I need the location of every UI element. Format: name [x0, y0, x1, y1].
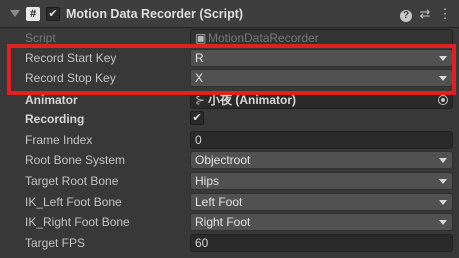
root-bone-system-row: Root Bone System Objectroot [0, 150, 459, 170]
object-picker-icon[interactable] [438, 95, 448, 105]
frame-index-label: Frame Index [25, 133, 93, 147]
presets-icon[interactable]: ⇄ [417, 6, 433, 22]
ik-left-foot-bone-dropdown[interactable]: Left Foot [190, 193, 453, 211]
component-title: Motion Data Recorder (Script) [66, 7, 244, 21]
script-file-icon: ▣ [195, 31, 207, 45]
record-stop-key-row: Record Stop Key X [0, 68, 459, 88]
foldout-arrow-icon[interactable] [10, 10, 20, 17]
script-row: Script ▣ MotionDataRecorder [0, 28, 459, 48]
target-root-bone-row: Target Root Bone Hips [0, 171, 459, 191]
root-bone-system-dropdown[interactable]: Objectroot [190, 151, 453, 169]
ik-left-foot-bone-row: IK_Left Foot Bone Left Foot [0, 192, 459, 212]
ik-right-foot-bone-row: IK_Right Foot Bone Right Foot [0, 212, 459, 232]
frame-index-row: Frame Index 0 [0, 130, 459, 150]
recording-row: Recording ✔ [0, 109, 459, 129]
animator-icon: ⊱ [195, 93, 206, 107]
record-stop-key-dropdown[interactable]: X [190, 69, 453, 87]
script-label: Script [25, 31, 56, 45]
animator-label: Animator [25, 93, 78, 107]
record-stop-key-label: Record Stop Key [25, 71, 116, 85]
dropdown-arrow-icon [439, 56, 447, 61]
dropdown-arrow-icon [439, 220, 447, 225]
target-fps-label: Target FPS [25, 236, 86, 250]
more-options-icon[interactable]: ⋮ [437, 6, 453, 22]
dropdown-arrow-icon [439, 158, 447, 163]
frame-index-input[interactable]: 0 [190, 131, 453, 149]
target-root-bone-label: Target Root Bone [25, 174, 119, 188]
record-start-key-dropdown[interactable]: R [190, 49, 453, 67]
target-fps-row: Target FPS 60 [0, 233, 459, 253]
animator-row: Animator ⊱ 小夜 (Animator) [0, 90, 459, 110]
dropdown-arrow-icon [439, 179, 447, 184]
target-fps-input[interactable]: 60 [190, 234, 453, 252]
recording-checkbox[interactable]: ✔ [190, 111, 204, 125]
component-enabled-checkbox[interactable]: ✔ [46, 7, 60, 21]
ik-right-foot-bone-label: IK_Right Foot Bone [25, 215, 130, 229]
ik-left-foot-bone-label: IK_Left Foot Bone [25, 195, 122, 209]
script-icon: # [26, 7, 40, 21]
animator-field[interactable]: ⊱ 小夜 (Animator) [190, 91, 453, 109]
dropdown-arrow-icon [439, 76, 447, 81]
root-bone-system-label: Root Bone System [25, 153, 126, 167]
ik-right-foot-bone-dropdown[interactable]: Right Foot [190, 213, 453, 231]
dropdown-arrow-icon [439, 200, 447, 205]
record-start-key-row: Record Start Key R [0, 48, 459, 68]
script-field: ▣ MotionDataRecorder [190, 29, 453, 47]
component-header: # ✔ Motion Data Recorder (Script) ? ⇄ ⋮ [0, 0, 459, 28]
help-icon[interactable]: ? [398, 6, 414, 22]
record-start-key-label: Record Start Key [25, 51, 117, 65]
recording-label: Recording [25, 112, 85, 126]
target-root-bone-dropdown[interactable]: Hips [190, 172, 453, 190]
